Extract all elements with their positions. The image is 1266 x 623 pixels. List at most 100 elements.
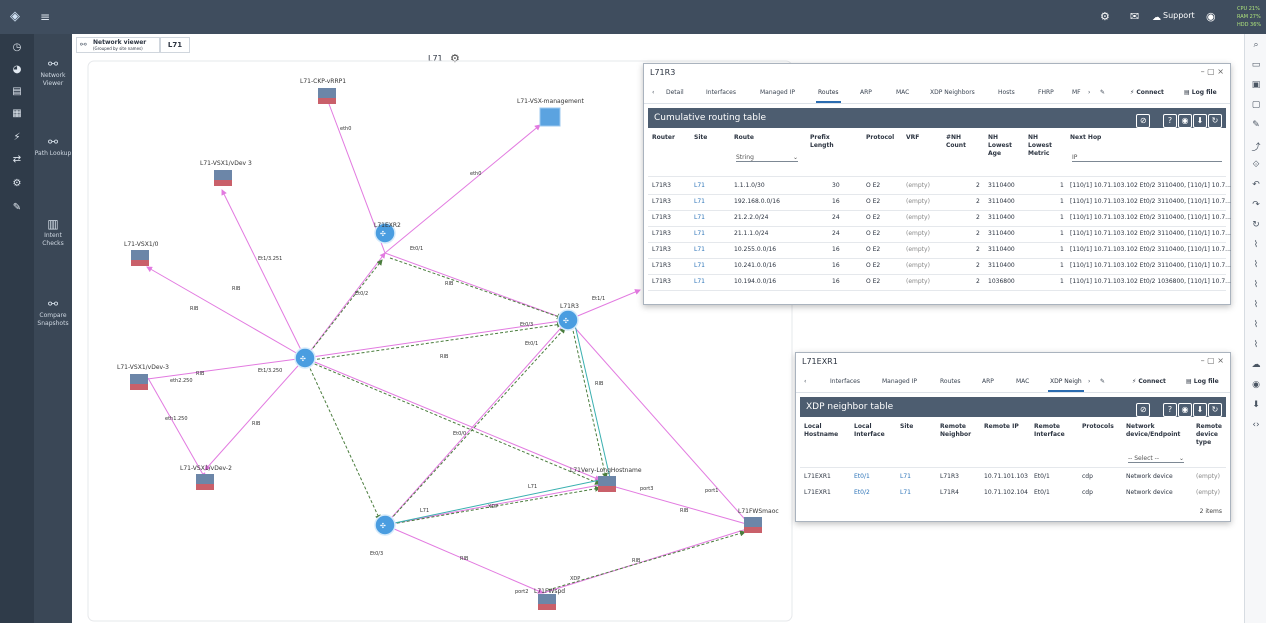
xcol-network-device[interactable]: Network device/Endpoint xyxy=(1126,423,1186,439)
connect-button[interactable]: ⚡ Connect xyxy=(1130,89,1164,96)
col-router[interactable]: Router xyxy=(652,134,675,142)
node-l71exr2[interactable]: ✣ L71EXR2 xyxy=(374,222,401,244)
xdp-tab-mac[interactable]: MAC xyxy=(1016,378,1029,385)
xdp-log-file-button[interactable]: ▤ Log file xyxy=(1186,378,1219,385)
col-site[interactable]: Site xyxy=(694,134,707,142)
node-l71r3[interactable]: ✣ L71R3 xyxy=(557,303,579,331)
route-cell[interactable]: L71 xyxy=(694,262,705,269)
xdp-help-icon[interactable]: ? xyxy=(1163,403,1177,417)
col-nh-lowest-age[interactable]: NH Lowest Age xyxy=(988,134,1016,158)
tab-hosts[interactable]: Hosts xyxy=(998,89,1015,96)
folder-icon[interactable]: ▭ xyxy=(1249,60,1263,70)
route-cell[interactable]: L71 xyxy=(694,182,705,189)
node-vrrp[interactable]: L71-CKP-vRRP1 xyxy=(300,78,346,104)
search-icon[interactable]: ⌕ xyxy=(1249,40,1263,50)
tab-interfaces[interactable]: Interfaces xyxy=(706,89,736,96)
layout5-icon[interactable]: ⌇ xyxy=(1249,320,1263,330)
undo-icon[interactable]: ↶ xyxy=(1249,180,1263,190)
node-fwsmaoc[interactable]: L71FWSmaoc xyxy=(738,508,779,533)
layout4-icon[interactable]: ⌇ xyxy=(1249,300,1263,310)
node-vsx1-vdev2[interactable]: L71-VSX1/vDev-2 xyxy=(180,465,232,490)
refresh-icon[interactable]: ↻ xyxy=(1249,220,1263,230)
layout6-icon[interactable]: ⌇ xyxy=(1249,340,1263,350)
xcol-remote-ip[interactable]: Remote IP xyxy=(984,423,1019,431)
xdp-cell[interactable]: L71 xyxy=(900,489,911,496)
xcol-remote-interface[interactable]: Remote Interface xyxy=(1034,423,1070,439)
xdp-edit-icon[interactable]: ✎ xyxy=(1100,378,1105,385)
xdp-eye-icon[interactable]: ◉ xyxy=(1178,403,1192,417)
log-file-button[interactable]: ▤ Log file xyxy=(1184,89,1217,96)
col-route[interactable]: Route xyxy=(734,134,754,142)
route-cell[interactable]: L71 xyxy=(694,198,705,205)
xdp-cell[interactable]: Et0/1 xyxy=(854,473,870,480)
cloud-icon[interactable]: ☁ xyxy=(1249,360,1263,370)
xdp-connect-button[interactable]: ⚡ Connect xyxy=(1132,378,1166,385)
code-icon[interactable]: ‹› xyxy=(1249,420,1263,430)
device-filter-select[interactable]: -- Select -- ⌄ xyxy=(1128,455,1184,463)
fit-icon[interactable]: ⟐ xyxy=(1249,160,1263,170)
edit-icon[interactable]: ✎ xyxy=(1100,89,1105,96)
xdp-download-icon[interactable]: ⬇ xyxy=(1193,403,1207,417)
xdp-panel[interactable]: L71EXR1 – ▢ × ‹ Interfaces Managed IP Ro… xyxy=(795,352,1231,522)
edit-icon[interactable]: ✎ xyxy=(1249,120,1263,130)
xdp-refresh-icon[interactable]: ↻ xyxy=(1208,403,1222,417)
window-controls[interactable]: – ▢ × xyxy=(1201,67,1224,76)
xdp-tabs-next-icon[interactable]: › xyxy=(1088,378,1090,385)
col-next-hop[interactable]: Next Hop xyxy=(1070,134,1101,142)
layout1-icon[interactable]: ⌇ xyxy=(1249,240,1263,250)
route-filter-select[interactable]: String ⌄ xyxy=(736,154,798,162)
tab-arp[interactable]: ARP xyxy=(860,89,872,96)
tab-managed-ip[interactable]: Managed IP xyxy=(760,89,795,96)
xcol-remote-device-type[interactable]: Remote device type xyxy=(1196,423,1226,447)
route-cell[interactable]: L71 xyxy=(694,278,705,285)
xdp-tabs-prev-icon[interactable]: ‹ xyxy=(804,378,806,385)
layout2-icon[interactable]: ⌇ xyxy=(1249,260,1263,270)
tab-mac[interactable]: MAC xyxy=(896,89,909,96)
nexthop-filter-input[interactable]: IP xyxy=(1072,154,1222,162)
routing-panel[interactable]: L71R3 – ▢ × ‹ Detail Interfaces Managed … xyxy=(643,63,1231,305)
help-icon[interactable]: ? xyxy=(1163,114,1177,128)
save-icon[interactable]: ▣ xyxy=(1249,80,1263,90)
tab-fhrp[interactable]: FHRP xyxy=(1038,89,1054,96)
clear-filter-icon[interactable]: ⊘ xyxy=(1136,114,1151,128)
layout3-icon[interactable]: ⌇ xyxy=(1249,280,1263,290)
tab-xdp-neighbors[interactable]: XDP Neighbors xyxy=(930,89,975,96)
tab-mf[interactable]: MF xyxy=(1072,89,1081,96)
xdp-window-controls[interactable]: – ▢ × xyxy=(1201,356,1224,365)
node-fwbot[interactable]: L71FWspd xyxy=(534,588,565,610)
download-icon[interactable]: ⬇ xyxy=(1193,114,1207,128)
node-vsx1-vdev3[interactable]: L71-VSX1/vDev 3 xyxy=(200,160,252,186)
xdp-tab-routes[interactable]: Routes xyxy=(940,378,961,385)
xcol-remote-neighbor[interactable]: Remote Neighbor xyxy=(940,423,976,439)
xdp-tab-managed-ip[interactable]: Managed IP xyxy=(882,378,917,385)
node-vsx-management[interactable]: L71-VSX-management xyxy=(517,98,585,127)
refresh-icon[interactable]: ↻ xyxy=(1208,114,1222,128)
eye-icon[interactable]: ◉ xyxy=(1249,380,1263,390)
xdp-cell[interactable]: Et0/2 xyxy=(854,489,870,496)
xdp-tab-xdp-neigh[interactable]: XDP Neigh xyxy=(1048,378,1084,392)
col-prefix-length[interactable]: Prefix Length xyxy=(810,134,850,150)
col-nh-count[interactable]: #NH Count xyxy=(946,134,966,150)
route-cell[interactable]: L71 xyxy=(694,230,705,237)
tabs-next-icon[interactable]: › xyxy=(1088,89,1090,96)
xdp-cell[interactable]: L71 xyxy=(900,473,911,480)
download-icon[interactable]: ⬇ xyxy=(1249,400,1263,410)
tabs-prev-icon[interactable]: ‹ xyxy=(652,89,654,96)
col-nh-lowest-metric[interactable]: NH Lowest Metric xyxy=(1028,134,1058,158)
node-hub-router[interactable]: ✣ xyxy=(294,347,316,369)
xcol-local-interface[interactable]: Local Interface xyxy=(854,423,890,439)
xdp-clear-filter-icon[interactable]: ⊘ xyxy=(1136,403,1151,417)
xcol-protocols[interactable]: Protocols xyxy=(1082,423,1114,431)
tab-routes[interactable]: Routes xyxy=(816,89,841,103)
xdp-tab-arp[interactable]: ARP xyxy=(982,378,994,385)
node-vsx1-0[interactable]: L71-VSX1/0 xyxy=(124,241,159,266)
col-protocol[interactable]: Protocol xyxy=(866,134,894,142)
node-r4[interactable]: ✣ xyxy=(374,514,396,536)
xcol-site[interactable]: Site xyxy=(900,423,913,431)
save-as-icon[interactable]: ▢ xyxy=(1249,100,1263,110)
tab-detail[interactable]: Detail xyxy=(666,89,684,96)
col-vrf[interactable]: VRF xyxy=(906,134,919,142)
export-icon[interactable]: ⤴ xyxy=(1249,140,1263,153)
xcol-local-hostname[interactable]: Local Hostname xyxy=(804,423,842,439)
route-cell[interactable]: L71 xyxy=(694,214,705,221)
